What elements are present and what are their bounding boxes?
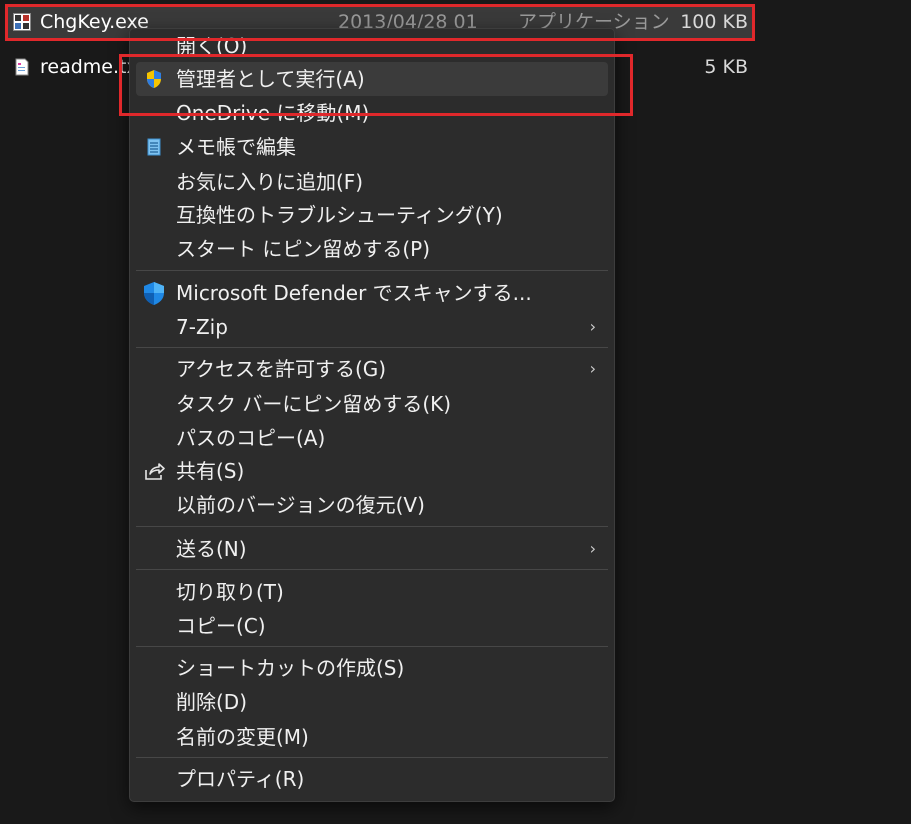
menu-item-copy[interactable]: コピー(C) (136, 609, 608, 643)
chevron-right-icon: › (589, 317, 596, 336)
chevron-right-icon: › (589, 359, 596, 378)
menu-item-label: アクセスを許可する(G) (176, 357, 387, 381)
menu-item-label: 削除(D) (176, 690, 248, 714)
menu-separator (136, 757, 608, 758)
context-menu: 開く(O) 管理者として実行(A) OneDrive に移動(M) メモ帳で編集… (129, 28, 615, 802)
uac-shield-icon (147, 70, 161, 88)
menu-item-grant-access[interactable]: アクセスを許可する(G) › (136, 352, 608, 386)
file-size: 5 KB (704, 56, 748, 78)
share-icon (145, 463, 165, 480)
menu-item-move-onedrive[interactable]: OneDrive に移動(M) (136, 96, 608, 130)
menu-item-label: ショートカットの作成(S) (176, 656, 405, 680)
menu-item-label: OneDrive に移動(M) (176, 101, 370, 125)
menu-separator (136, 347, 608, 348)
application-exe-icon (13, 13, 31, 31)
menu-item-label: メモ帳で編集 (176, 135, 296, 159)
menu-item-restore-versions[interactable]: 以前のバージョンの復元(V) (136, 488, 608, 522)
menu-item-troubleshoot-compat[interactable]: 互換性のトラブルシューティング(Y) (136, 198, 608, 232)
menu-item-label: 7-Zip (176, 315, 228, 339)
menu-item-label: 互換性のトラブルシューティング(Y) (176, 203, 503, 227)
menu-item-7zip[interactable]: 7-Zip › (136, 310, 608, 344)
menu-item-label: 管理者として実行(A) (176, 67, 365, 91)
menu-item-label: パスのコピー(A) (176, 426, 326, 450)
menu-item-label: お気に入りに追加(F) (176, 170, 364, 194)
menu-separator (136, 270, 608, 271)
menu-item-add-favorites[interactable]: お気に入りに追加(F) (136, 165, 608, 199)
menu-separator (136, 526, 608, 527)
menu-separator (136, 569, 608, 570)
menu-item-label: 開く(O) (176, 34, 248, 58)
menu-item-open[interactable]: 開く(O) (136, 29, 608, 63)
menu-item-label: スタート にピン留めする(P) (176, 237, 431, 261)
menu-item-label: Microsoft Defender でスキャンする... (176, 281, 532, 305)
menu-item-label: 切り取り(T) (176, 580, 284, 604)
menu-item-pin-start[interactable]: スタート にピン留めする(P) (136, 232, 608, 266)
menu-item-pin-taskbar[interactable]: タスク バーにピン留めする(K) (136, 387, 608, 421)
menu-item-edit-notepad[interactable]: メモ帳で編集 (136, 130, 608, 164)
menu-item-send-to[interactable]: 送る(N) › (136, 532, 608, 566)
menu-item-copy-path[interactable]: パスのコピー(A) (136, 421, 608, 455)
menu-item-label: 共有(S) (176, 459, 245, 483)
menu-item-share[interactable]: 共有(S) (136, 454, 608, 488)
chevron-right-icon: › (589, 539, 596, 558)
menu-item-label: 以前のバージョンの復元(V) (176, 493, 425, 517)
menu-item-create-shortcut[interactable]: ショートカットの作成(S) (136, 651, 608, 685)
menu-item-run-as-admin[interactable]: 管理者として実行(A) (136, 62, 608, 96)
menu-separator (136, 646, 608, 647)
menu-item-label: タスク バーにピン留めする(K) (176, 392, 452, 416)
menu-item-properties[interactable]: プロパティ(R) (136, 762, 608, 796)
menu-item-delete[interactable]: 削除(D) (136, 685, 608, 719)
notepad-icon (147, 138, 161, 156)
menu-item-label: 送る(N) (176, 537, 247, 561)
defender-shield-icon (144, 282, 164, 305)
menu-item-cut[interactable]: 切り取り(T) (136, 575, 608, 609)
menu-item-defender-scan[interactable]: Microsoft Defender でスキャンする... (136, 276, 608, 310)
text-file-icon (15, 58, 29, 76)
menu-item-label: コピー(C) (176, 614, 266, 638)
menu-item-label: 名前の変更(M) (176, 725, 309, 749)
file-size: 100 KB (680, 11, 748, 33)
menu-item-rename[interactable]: 名前の変更(M) (136, 720, 608, 754)
menu-item-label: プロパティ(R) (176, 767, 305, 791)
